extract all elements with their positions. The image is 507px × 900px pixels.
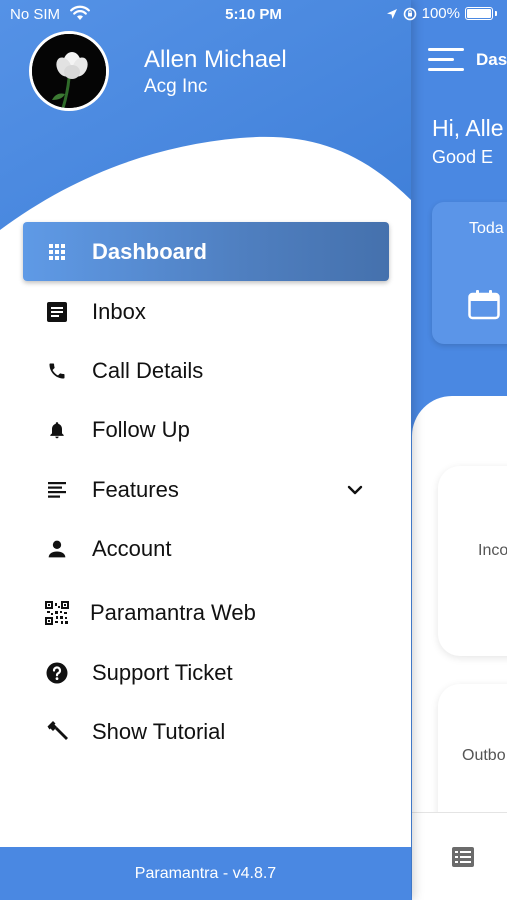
- menu-item-dashboard[interactable]: Dashboard: [23, 222, 389, 281]
- menu-item-label: Support Ticket: [92, 659, 233, 685]
- qr-code-icon: [45, 600, 69, 625]
- menu-item-call-details[interactable]: Call Details: [23, 341, 389, 400]
- menu-item-inbox[interactable]: Inbox: [23, 282, 389, 341]
- phone-icon: [45, 359, 69, 383]
- menu-item-label: Features: [92, 476, 179, 502]
- battery-percent: 100%: [421, 5, 460, 22]
- status-bar: No SIM 5:10 PM 100%: [0, 0, 507, 30]
- drawer-header: Allen Michael Acg Inc: [0, 0, 411, 232]
- menu-item-follow-up[interactable]: Follow Up: [23, 400, 389, 459]
- outbound-label: Outbo: [462, 747, 506, 764]
- user-company: Acg Inc: [144, 76, 208, 97]
- location-arrow-icon: [386, 8, 397, 19]
- menu-item-support-ticket[interactable]: Support Ticket: [23, 643, 389, 702]
- bell-icon: [45, 418, 69, 442]
- hammer-icon: [45, 720, 69, 744]
- hamburger-menu-icon[interactable]: [428, 46, 464, 74]
- person-icon: [45, 537, 69, 561]
- user-name: Allen Michael: [144, 46, 287, 73]
- rotation-lock-icon: [403, 7, 416, 20]
- menu-item-paramantra-web[interactable]: Paramantra Web: [23, 583, 389, 642]
- today-card[interactable]: Toda: [432, 202, 507, 344]
- drawer-footer: Paramantra - v4.8.7: [0, 847, 411, 900]
- battery-icon: [465, 7, 493, 20]
- avatar[interactable]: [29, 31, 109, 111]
- greeting-subtext: Good E: [432, 147, 494, 167]
- menu-item-show-tutorial[interactable]: Show Tutorial: [23, 702, 389, 761]
- menu-item-label: Paramantra Web: [90, 599, 256, 625]
- navigation-drawer: Allen Michael Acg Inc Dashboard Inbox Ca…: [0, 0, 411, 900]
- inbox-icon: [45, 300, 69, 324]
- chevron-down-icon[interactable]: [345, 480, 365, 500]
- menu-item-account[interactable]: Account: [23, 519, 389, 578]
- today-label: Toda: [469, 220, 504, 237]
- menu-item-features[interactable]: Features: [23, 460, 389, 519]
- menu-item-label: Dashboard: [92, 238, 207, 264]
- list-icon: [45, 478, 69, 502]
- menu-item-label: Show Tutorial: [92, 718, 226, 744]
- menu-item-label: Inbox: [92, 298, 146, 324]
- menu-item-label: Follow Up: [92, 416, 190, 442]
- battery-tip: [495, 11, 497, 16]
- version-label: Paramantra - v4.8.7: [134, 864, 277, 882]
- greeting-text: Hi, Alle: [432, 115, 504, 141]
- status-right: 100%: [386, 5, 497, 22]
- list-tab-icon[interactable]: [452, 847, 474, 867]
- bottom-tab-bar: [412, 812, 507, 900]
- help-icon: [45, 661, 69, 685]
- menu-item-label: Account: [92, 535, 172, 561]
- calendar-icon: [468, 290, 500, 320]
- dashboard-title: Das: [476, 50, 507, 69]
- grid-icon: [45, 240, 69, 264]
- incoming-label: Inco: [478, 542, 507, 559]
- menu-item-label: Call Details: [92, 357, 204, 383]
- flower-photo: [32, 34, 106, 108]
- incoming-card[interactable]: Inco: [438, 466, 507, 656]
